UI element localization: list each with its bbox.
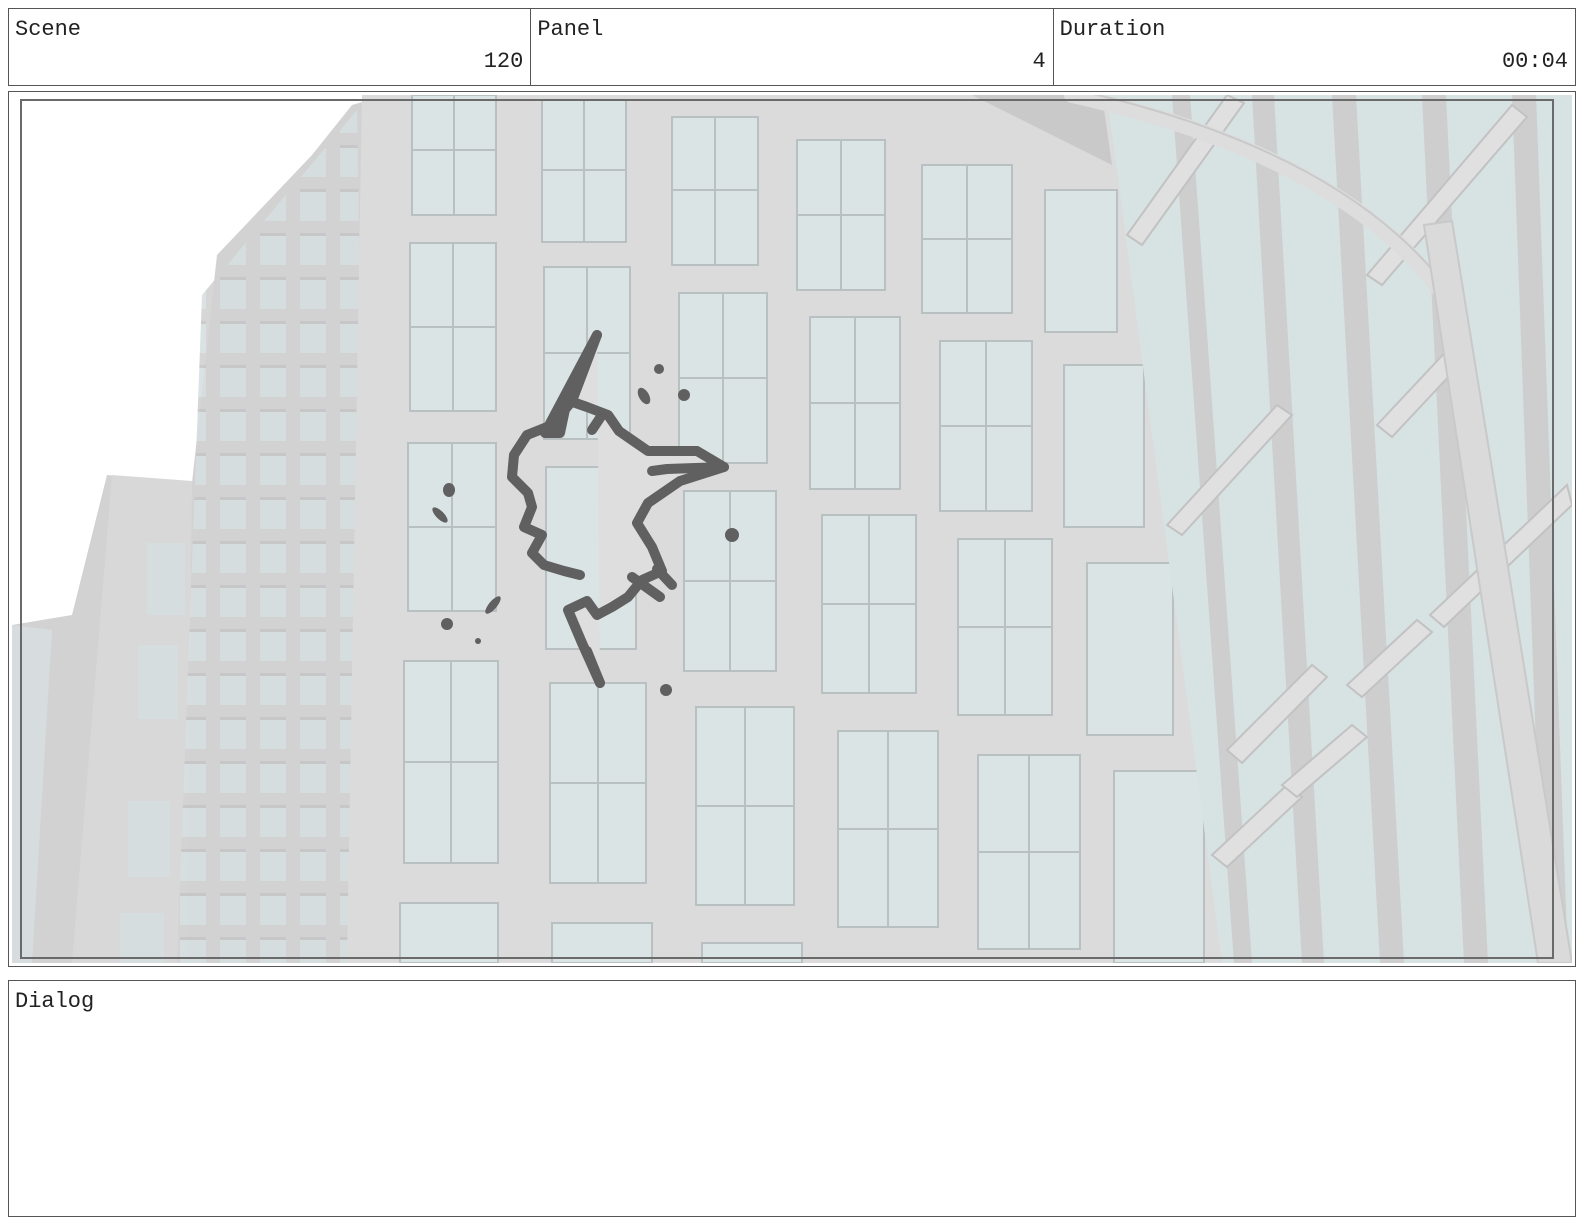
duration-label: Duration (1059, 17, 1166, 42)
duration-value[interactable]: 00:04 (1502, 49, 1568, 74)
scene-value[interactable]: 120 (484, 49, 524, 74)
dialog-label: Dialog (15, 989, 95, 1014)
panel-label: Panel (537, 17, 604, 42)
duration-field[interactable]: Duration 00:04 (1054, 9, 1575, 85)
storyboard-drawing (12, 95, 1572, 963)
panel-field[interactable]: Panel 4 (531, 9, 1054, 85)
storyboard-panel[interactable] (8, 91, 1576, 967)
scene-field[interactable]: Scene 120 (9, 9, 532, 85)
scene-label: Scene (15, 17, 82, 42)
dialog-box[interactable]: Dialog (8, 980, 1576, 1217)
panel-info-header: Scene 120 Panel 4 Duration 00:04 (8, 8, 1576, 86)
panel-value[interactable]: 4 (1032, 49, 1045, 74)
